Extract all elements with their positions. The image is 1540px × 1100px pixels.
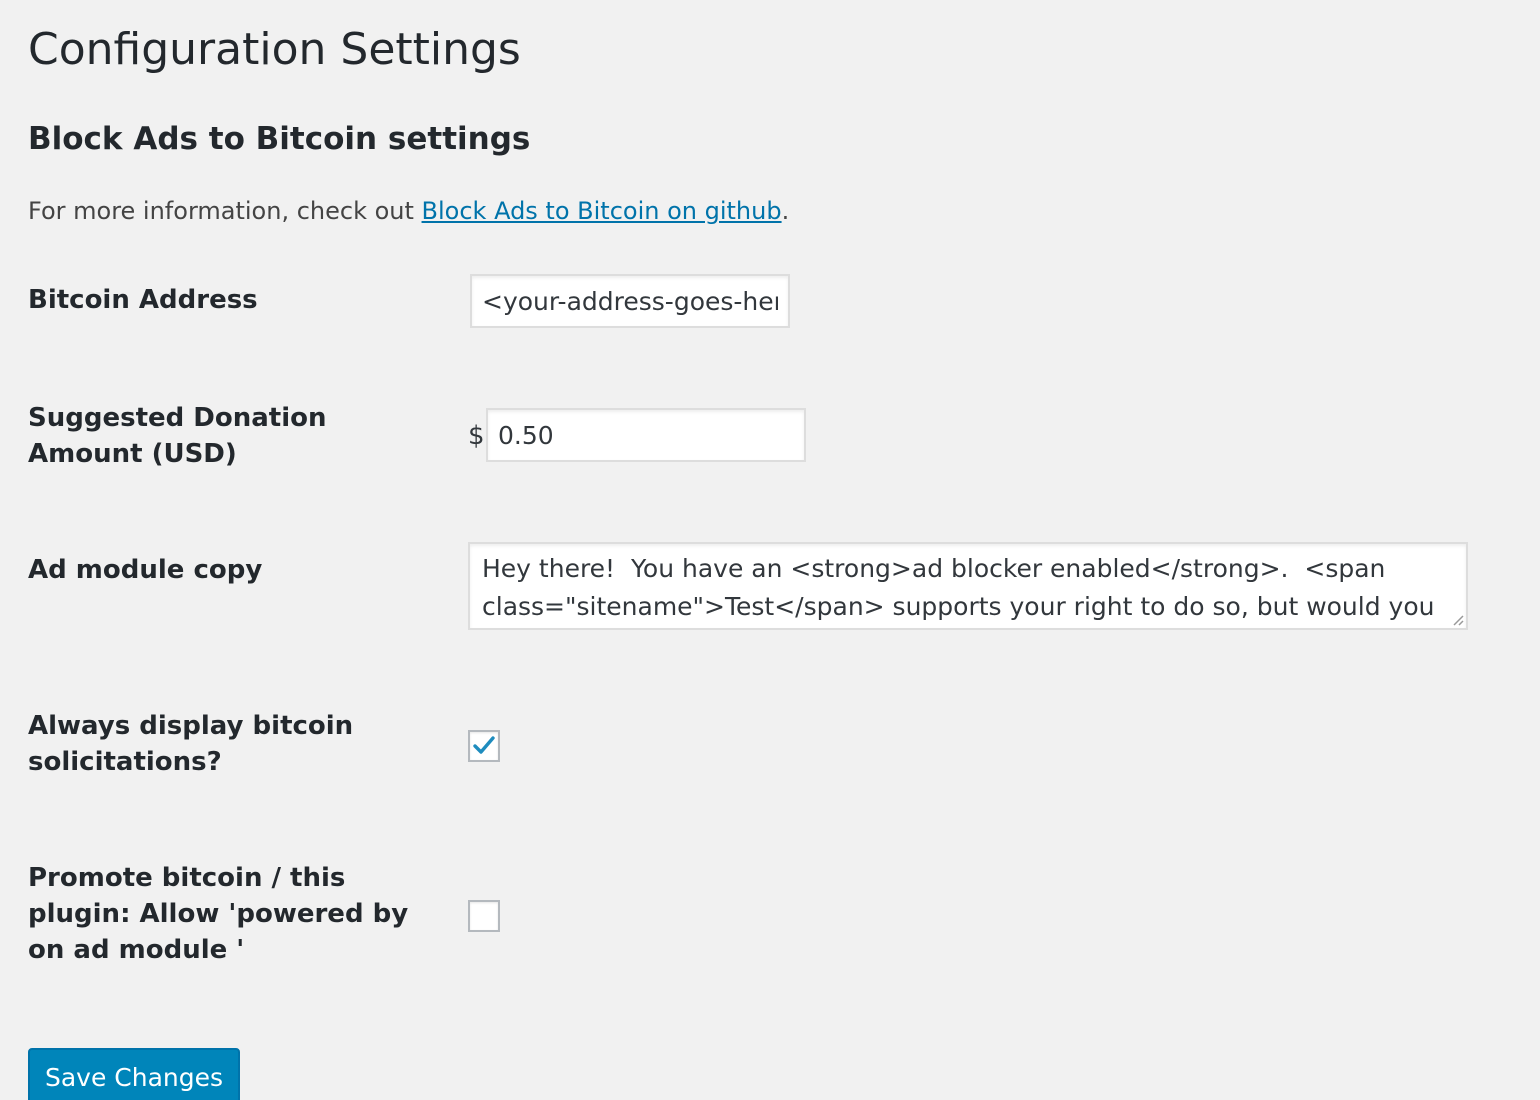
- donation-amount-input[interactable]: [486, 408, 806, 462]
- resize-grip-icon[interactable]: [1452, 614, 1464, 626]
- bitcoin-address-input[interactable]: [470, 274, 790, 328]
- always-display-label: Always display bitcoin solicitations?: [28, 711, 354, 777]
- currency-symbol: $: [468, 421, 485, 451]
- promote-plugin-checkbox[interactable]: [468, 900, 500, 932]
- intro-suffix: .: [781, 197, 790, 225]
- promote-plugin-label: Promote bitcoin / this plugin: Allow 'po…: [28, 863, 409, 965]
- checkmark-icon: [473, 736, 495, 754]
- github-link[interactable]: Block Ads to Bitcoin on github: [422, 197, 782, 225]
- ad-module-copy-textarea[interactable]: Hey there! You have an <strong>ad blocke…: [468, 542, 1468, 630]
- section-title: Block Ads to Bitcoin settings: [28, 121, 531, 157]
- intro-text: For more information, check out Block Ad…: [28, 194, 789, 228]
- always-display-checkbox[interactable]: [468, 730, 500, 762]
- settings-page: Configuration Settings Block Ads to Bitc…: [0, 0, 1540, 1100]
- donation-amount-label: Suggested Donation Amount (USD): [28, 403, 327, 469]
- ad-module-copy-label: Ad module copy: [28, 555, 263, 585]
- intro-prefix: For more information, check out: [28, 197, 422, 225]
- page-title: Configuration Settings: [28, 24, 521, 75]
- save-changes-button[interactable]: Save Changes: [28, 1048, 240, 1100]
- bitcoin-address-label: Bitcoin Address: [28, 285, 258, 315]
